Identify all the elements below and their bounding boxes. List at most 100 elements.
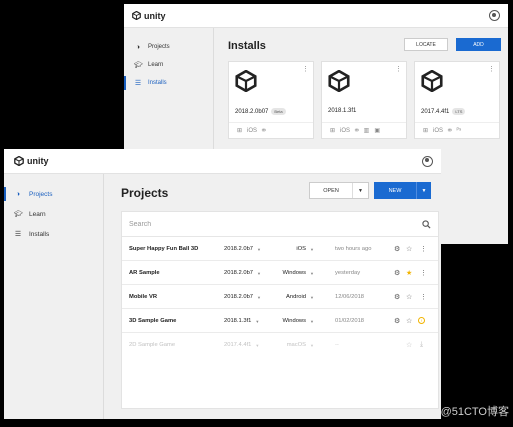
unity-cube-icon — [235, 70, 257, 92]
graduation-cap-icon: 🎓︎ — [14, 211, 23, 218]
modified-time: yesterday — [335, 270, 361, 276]
table-row[interactable]: 2D Sample Game 2017.4.4f1 ▼ macOS ▼ -- ☆ ⤓ — [122, 333, 438, 357]
version-value: 2018.2.0b7 — [224, 270, 254, 276]
platform-value: Windows — [282, 318, 307, 324]
account-icon[interactable] — [422, 155, 433, 167]
sidebar-item-projects[interactable]: ◑ Projects — [4, 184, 103, 204]
gear-icon[interactable]: ⚙ — [394, 261, 400, 285]
playstation-icon: ᴾˢ — [456, 127, 462, 134]
caret-down-icon: ▼ — [257, 270, 261, 276]
install-card[interactable]: ⋮ 2018.2.0b07 Beta ⊞ iOS 🤖︎ — [228, 61, 314, 139]
gear-icon[interactable]: ⚙ — [394, 237, 400, 261]
more-options-icon[interactable]: ⋮ — [420, 285, 427, 309]
open-button-label[interactable]: OPEN — [310, 183, 353, 198]
version-value: 2017.4.4f1 — [224, 342, 252, 348]
install-version-row: 2018.2.0b07 Beta — [235, 108, 286, 115]
cube-icon: ◑ — [15, 190, 21, 198]
more-options-icon[interactable]: ⋮ — [488, 65, 495, 73]
more-options-icon[interactable]: ⋮ — [302, 65, 309, 73]
platform-value: macOS — [286, 342, 307, 348]
console-icon: ▣ — [374, 128, 380, 134]
cube-icon: ◑ — [135, 43, 141, 51]
sidebar-item-learn[interactable]: 🎓︎ Learn — [124, 56, 213, 74]
install-card[interactable]: ⋮ 2018.1.3f1 ⊞ iOS 🤖︎ ▥ ▣ — [321, 61, 407, 139]
installs-window-titlebar: unity — [124, 4, 508, 28]
install-version-row: 2018.1.3f1 — [328, 108, 356, 114]
account-icon[interactable] — [489, 10, 500, 21]
star-icon[interactable]: ☆ — [406, 285, 412, 309]
platform-value: Windows — [282, 270, 307, 276]
ios-label: iOS — [433, 127, 444, 134]
version-select[interactable]: 2018.2.0b7 ▼ — [224, 261, 261, 285]
more-options-icon[interactable]: ⋮ — [420, 237, 427, 261]
chevron-down-icon[interactable]: ▼ — [353, 183, 368, 198]
install-card[interactable]: ⋮ 2017.4.4f1 LTS ⊞ iOS 🤖︎ ᴾˢ — [414, 61, 500, 139]
modified-time: two hours ago — [335, 246, 372, 252]
screenshot-stage: unity ◑ Projects 🎓︎ Learn ☰ Installs Ins… — [0, 0, 513, 427]
project-name: 3D Sample Game — [129, 318, 177, 324]
platform-select[interactable]: Windows ▼ — [282, 261, 315, 285]
sidebar-item-projects[interactable]: ◑ Projects — [124, 38, 213, 56]
platform-select[interactable]: iOS ▼ — [282, 237, 314, 261]
sidebar-item-installs[interactable]: ☰ Installs — [4, 224, 103, 244]
locate-button[interactable]: LOCATE — [404, 38, 448, 51]
platform-select[interactable]: Windows ▼ — [282, 309, 315, 333]
unity-logo: unity — [14, 156, 49, 166]
projects-panel: Super Happy Fun Ball 3D 2018.2.0b7▼ iOS▼… — [121, 211, 439, 409]
search-icon[interactable] — [422, 219, 431, 229]
platform-icons: ⊞ iOS 🤖︎ ▥ ▣ — [322, 122, 406, 138]
new-button-label[interactable]: NEW — [374, 182, 417, 199]
platform-select[interactable]: macOS ▼ — [282, 333, 314, 357]
sidebar-item-learn[interactable]: 🎓︎ Learn — [4, 204, 103, 224]
version-select[interactable]: 2018.1.3f1 ▼ — [224, 309, 259, 333]
download-icon[interactable]: ⤓ — [420, 333, 423, 357]
more-options-icon[interactable]: ⋮ — [420, 261, 427, 285]
star-filled-icon[interactable]: ★ — [406, 261, 412, 285]
watermark: @51CTO博客 — [440, 406, 509, 418]
page-title: Projects — [121, 186, 169, 200]
caret-down-icon: ▼ — [310, 246, 314, 252]
search-bar — [122, 212, 438, 237]
windows-icon: ⊞ — [237, 128, 243, 134]
table-row[interactable]: Super Happy Fun Ball 3D 2018.2.0b7 ▼ iOS ▼… — [122, 237, 438, 261]
caret-down-icon: ▼ — [310, 270, 314, 276]
sidebar-item-label: Projects — [29, 190, 53, 198]
more-options-icon[interactable]: ⋮ — [395, 65, 402, 73]
windows-icon: ⊞ — [423, 128, 429, 134]
star-icon[interactable]: ☆ — [406, 237, 412, 261]
version-select[interactable]: 2017.4.4f1 ▼ — [224, 333, 259, 357]
gear-icon[interactable]: ⚙ — [394, 285, 400, 309]
open-button[interactable]: OPEN ▼ — [309, 182, 369, 199]
caret-down-icon: ▼ — [257, 294, 261, 300]
windows-icon: ⊞ — [330, 128, 336, 134]
lts-badge: LTS — [452, 108, 466, 115]
search-input[interactable] — [129, 220, 379, 228]
sidebar-item-label: Installs — [29, 230, 50, 238]
sidebar-item-label: Projects — [148, 44, 170, 50]
warning-icon[interactable]: ! — [418, 317, 425, 324]
android-icon: 🤖︎ — [355, 127, 359, 134]
chevron-down-icon[interactable]: ▼ — [417, 182, 431, 199]
unity-logo-icon — [14, 156, 24, 166]
gear-icon[interactable]: ⚙ — [394, 309, 400, 333]
new-button[interactable]: NEW ▼ — [374, 182, 431, 199]
table-row[interactable]: Mobile VR 2018.2.0b7 ▼ Android ▼ 12/06/201… — [122, 285, 438, 309]
sidebar-item-installs[interactable]: ☰ Installs — [124, 74, 213, 92]
add-button[interactable]: ADD — [456, 38, 501, 51]
ios-label: iOS — [340, 127, 351, 134]
caret-down-icon: ▼ — [310, 342, 314, 348]
list-icon: ☰ — [14, 231, 22, 238]
platform-select[interactable]: Android ▼ — [282, 285, 314, 309]
version-select[interactable]: 2018.2.0b7 ▼ — [224, 237, 261, 261]
platform-value: iOS — [296, 246, 307, 252]
table-row[interactable]: AR Sample 2018.2.0b7 ▼ Windows ▼ yesterday… — [122, 261, 438, 285]
platform-icons: ⊞ iOS 🤖︎ — [229, 122, 313, 138]
caret-down-icon: ▼ — [255, 318, 260, 324]
platform-icons: ⊞ iOS 🤖︎ ᴾˢ — [415, 122, 499, 138]
star-icon[interactable]: ☆ — [406, 309, 412, 333]
page-title: Installs — [228, 40, 266, 52]
table-row[interactable]: 3D Sample Game 2018.1.3f1 ▼ Windows ▼ 01/0… — [122, 309, 438, 333]
star-icon[interactable]: ☆ — [406, 333, 412, 357]
platform-value: Android — [286, 294, 307, 300]
version-select[interactable]: 2018.2.0b7 ▼ — [224, 285, 261, 309]
